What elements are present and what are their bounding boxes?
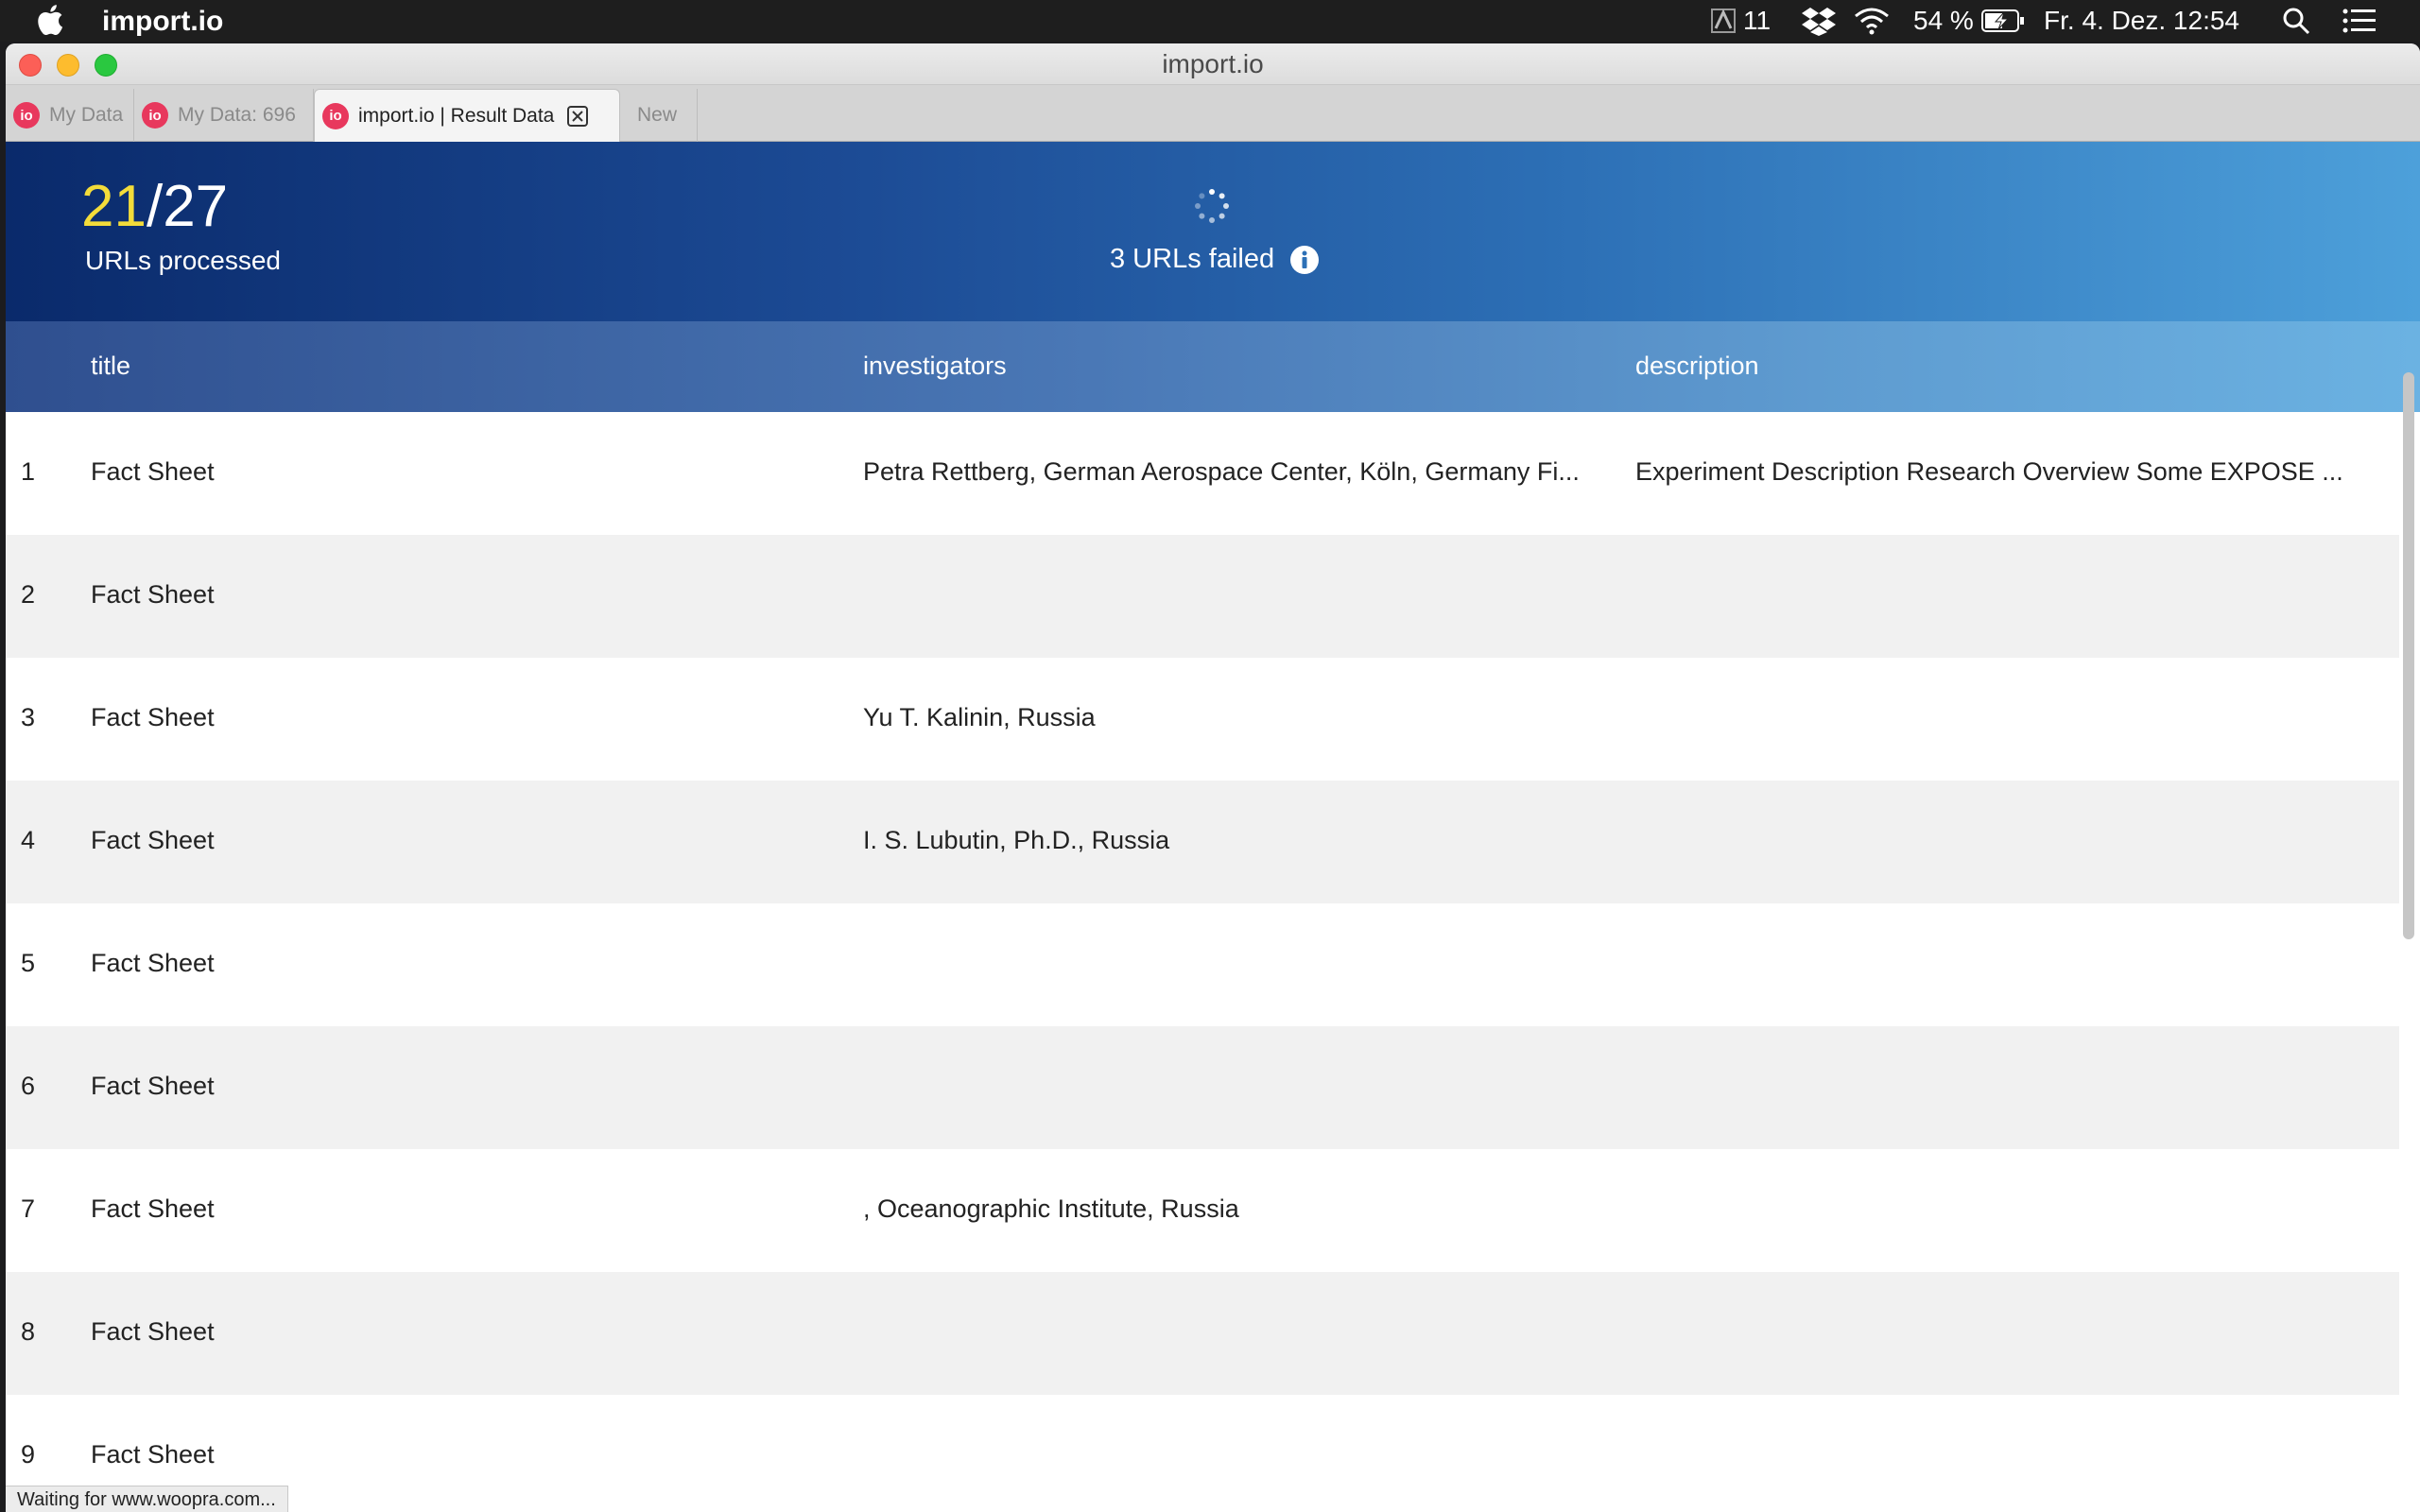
column-header-investigators[interactable]: investigators [863, 352, 1007, 381]
cell-investigators[interactable]: Petra Rettberg, German Aerospace Center,… [863, 457, 1580, 487]
cell-title[interactable]: Fact Sheet [91, 703, 215, 732]
table-row[interactable]: 3 Fact Sheet Yu T. Kalinin, Russia [6, 658, 2399, 781]
url-progress-counter: 21/27 [81, 178, 228, 236]
cell-title[interactable]: Fact Sheet [91, 1194, 215, 1224]
window-title: import.io [1162, 49, 1264, 78]
table-row[interactable]: 1 Fact Sheet Petra Rettberg, German Aero… [6, 412, 2399, 535]
info-icon[interactable] [1289, 245, 1320, 275]
cell-investigators[interactable]: , Oceanographic Institute, Russia [863, 1194, 1239, 1224]
app-window: import.io io My Data io My Data: 696 io … [6, 43, 2420, 1512]
column-header-title[interactable]: title [91, 352, 130, 381]
tab-bar: io My Data io My Data: 696 io import.io … [6, 85, 2420, 142]
wifi-status[interactable] [1853, 0, 1891, 42]
tab-label: New [637, 104, 678, 126]
row-number: 7 [21, 1194, 36, 1223]
failed-urls-text: 3 URLs failed [1110, 244, 1275, 274]
tab-label: My Data [49, 104, 124, 126]
failed-urls-notice[interactable]: 3 URLs failed [1110, 244, 1320, 275]
table-row[interactable]: 8 Fact Sheet [6, 1272, 2399, 1395]
battery-status[interactable]: 54 % [1913, 0, 2025, 42]
total-count: 27 [163, 174, 229, 239]
cell-title[interactable]: Fact Sheet [91, 1440, 215, 1469]
tab-my-data[interactable]: io My Data [6, 89, 134, 142]
list-icon [2342, 9, 2376, 33]
processed-label: URLs processed [85, 246, 281, 275]
adobe-count: 11 [1743, 6, 1772, 35]
processed-count: 21 [81, 174, 147, 239]
battery-percent: 54 % [1913, 6, 1974, 35]
table-row[interactable]: 6 Fact Sheet [6, 1026, 2399, 1149]
spotlight-button[interactable] [2282, 0, 2310, 42]
cell-title[interactable]: Fact Sheet [91, 457, 215, 487]
row-number: 4 [21, 826, 36, 854]
cell-title[interactable]: Fact Sheet [91, 1317, 215, 1347]
cell-title[interactable]: Fact Sheet [91, 826, 215, 855]
battery-charging-icon [1980, 9, 2024, 32]
table-row[interactable]: 5 Fact Sheet [6, 903, 2399, 1026]
table-body: 1 Fact Sheet Petra Rettberg, German Aero… [6, 412, 2399, 1512]
datetime-text: Fr. 4. Dez. 12:54 [2044, 6, 2239, 35]
tab-result-data[interactable]: io import.io | Result Data [314, 89, 620, 142]
table-row[interactable]: 9 Fact Sheet [6, 1395, 2399, 1512]
active-app-name[interactable]: import.io [102, 6, 223, 38]
row-number: 5 [21, 949, 36, 977]
io-logo-icon: io [13, 102, 40, 129]
row-number: 3 [21, 703, 36, 731]
tab-my-data-696[interactable]: io My Data: 696 [134, 89, 314, 142]
tab-label: import.io | Result Data [358, 104, 555, 127]
progress-banner: 21/27 URLs processed 3 URLs failed [6, 142, 2420, 321]
row-number: 8 [21, 1317, 36, 1346]
table-header: title investigators description [6, 321, 2420, 412]
cell-description[interactable]: Experiment Description Research Overview… [1635, 457, 2343, 487]
row-number: 2 [21, 580, 36, 609]
io-logo-icon: io [142, 102, 168, 129]
column-header-description[interactable]: description [1635, 352, 1759, 381]
row-number: 6 [21, 1072, 36, 1100]
dropbox-status[interactable] [1802, 0, 1836, 42]
tab-new[interactable]: New [630, 89, 698, 142]
cell-title[interactable]: Fact Sheet [91, 580, 215, 610]
io-logo-icon: io [322, 102, 349, 129]
adobe-status[interactable]: 11 [1711, 0, 1771, 42]
table-row[interactable]: 4 Fact Sheet I. S. Lubutin, Ph.D., Russi… [6, 781, 2399, 903]
cell-investigators[interactable]: Yu T. Kalinin, Russia [863, 703, 1096, 732]
clock[interactable]: Fr. 4. Dez. 12:54 [2044, 0, 2239, 42]
macos-menu-bar: import.io 11 54 % Fr. 4. Dez. 12:54 [0, 0, 2420, 42]
apple-logo-icon[interactable] [36, 3, 68, 37]
row-number: 9 [21, 1440, 36, 1469]
notification-center-button[interactable] [2342, 0, 2377, 42]
tab-label: My Data: 696 [178, 104, 296, 126]
adobe-icon [1711, 9, 1736, 33]
cell-title[interactable]: Fact Sheet [91, 949, 215, 978]
cell-investigators[interactable]: I. S. Lubutin, Ph.D., Russia [863, 826, 1169, 855]
progress-separator: / [146, 174, 164, 239]
window-titlebar[interactable]: import.io [6, 43, 2420, 85]
table-row[interactable]: 7 Fact Sheet , Oceanographic Institute, … [6, 1149, 2399, 1272]
wifi-icon [1855, 8, 1889, 35]
status-bar: Waiting for www.woopra.com... [6, 1486, 288, 1512]
dropbox-icon [1802, 8, 1836, 36]
loading-spinner-icon [1195, 189, 1229, 223]
tab-close-icon[interactable] [567, 105, 589, 127]
cell-title[interactable]: Fact Sheet [91, 1072, 215, 1101]
table-row[interactable]: 2 Fact Sheet [6, 535, 2399, 658]
table-scrollbar[interactable] [2403, 372, 2414, 939]
search-icon [2283, 8, 2310, 35]
row-number: 1 [21, 457, 36, 486]
